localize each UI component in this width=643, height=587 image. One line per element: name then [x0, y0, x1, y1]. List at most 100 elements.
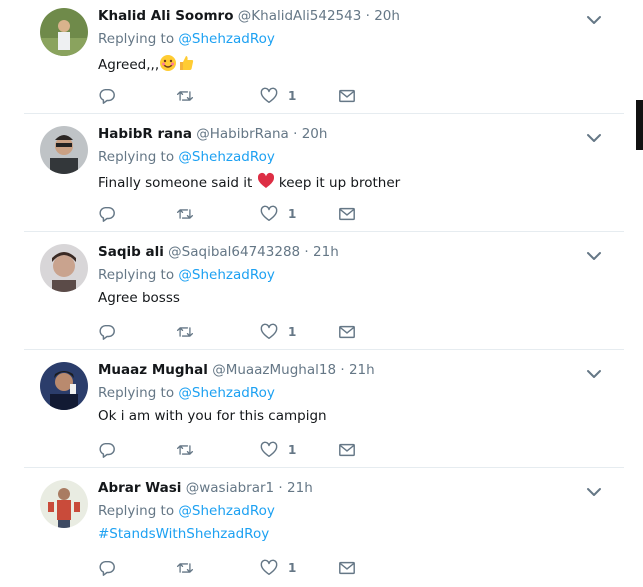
- tweet-actions: 1: [98, 322, 398, 342]
- reply-icon: [99, 560, 115, 576]
- tweet-item[interactable]: Muaaz Mughal @MuaazMughal18 · 21h Replyi…: [24, 350, 624, 468]
- thumbs-up-icon: [180, 56, 194, 70]
- chevron-down-icon[interactable]: [584, 482, 604, 502]
- replying-user-link[interactable]: @ShehzadRoy: [178, 149, 274, 165]
- tweet-header: Khalid Ali Soomro @KhalidAli542543 · 20h: [98, 8, 400, 24]
- tweet-text-content: Finally someone said it: [98, 175, 253, 191]
- message-button[interactable]: [338, 86, 356, 106]
- tweet-item[interactable]: Abrar Wasi @wasiabrar1 · 21h Replying to…: [24, 468, 624, 586]
- tweet-item[interactable]: HabibR rana @HabibrRana · 20h Replying t…: [24, 114, 624, 232]
- retweet-icon: [176, 327, 194, 337]
- message-button[interactable]: [338, 322, 356, 342]
- user-name[interactable]: Khalid Ali Soomro: [98, 8, 233, 24]
- replying-user-link[interactable]: @ShehzadRoy: [178, 385, 274, 401]
- tweet-header: Muaaz Mughal @MuaazMughal18 · 21h: [98, 362, 375, 378]
- user-handle[interactable]: @MuaazMughal18: [212, 362, 336, 378]
- replying-to: Replying to @ShehzadRoy: [98, 149, 275, 165]
- tweet-feed: Khalid Ali Soomro @KhalidAli542543 · 20h…: [24, 0, 624, 587]
- user-name[interactable]: Saqib ali: [98, 244, 164, 260]
- replying-to: Replying to @ShehzadRoy: [98, 267, 275, 283]
- separator-dot: ·: [278, 480, 283, 496]
- tweet-actions: 1: [98, 204, 398, 224]
- replying-user-link[interactable]: @ShehzadRoy: [178, 267, 274, 283]
- heart-icon: [260, 323, 278, 340]
- chevron-down-icon[interactable]: [584, 128, 604, 148]
- chevron-down-icon[interactable]: [584, 364, 604, 384]
- replying-label: Replying to: [98, 31, 175, 47]
- user-handle[interactable]: @HabibrRana: [196, 126, 289, 142]
- reply-button[interactable]: [98, 558, 116, 578]
- avatar[interactable]: [40, 126, 88, 174]
- avatar[interactable]: [40, 244, 88, 292]
- envelope-icon: [339, 207, 355, 221]
- reply-button[interactable]: [98, 322, 116, 342]
- message-button[interactable]: [338, 558, 356, 578]
- user-name[interactable]: Abrar Wasi: [98, 480, 181, 496]
- user-name[interactable]: HabibR rana: [98, 126, 192, 142]
- like-button[interactable]: 1: [260, 440, 296, 460]
- timestamp[interactable]: 21h: [313, 244, 339, 260]
- reply-button[interactable]: [98, 86, 116, 106]
- tweet-item[interactable]: Saqib ali @Saqibal64743288 · 21h Replyin…: [24, 232, 624, 350]
- envelope-icon: [339, 325, 355, 339]
- heart-icon: [260, 205, 278, 222]
- timestamp[interactable]: 21h: [287, 480, 313, 496]
- separator-dot: ·: [293, 126, 298, 142]
- separator-dot: ·: [340, 362, 345, 378]
- timestamp[interactable]: 21h: [349, 362, 375, 378]
- retweet-button[interactable]: [176, 322, 194, 342]
- message-button[interactable]: [338, 440, 356, 460]
- user-handle[interactable]: @KhalidAli542543: [238, 8, 362, 24]
- avatar[interactable]: [40, 8, 88, 56]
- retweet-button[interactable]: [176, 86, 194, 106]
- timestamp[interactable]: 20h: [302, 126, 328, 142]
- retweet-button[interactable]: [176, 204, 194, 224]
- replying-user-link[interactable]: @ShehzadRoy: [178, 31, 274, 47]
- like-button[interactable]: 1: [260, 204, 296, 224]
- avatar[interactable]: [40, 362, 88, 410]
- envelope-icon: [339, 443, 355, 457]
- like-button[interactable]: 1: [260, 86, 296, 106]
- replying-user-link[interactable]: @ShehzadRoy: [178, 503, 274, 519]
- chevron-down-icon[interactable]: [584, 246, 604, 266]
- user-name[interactable]: Muaaz Mughal: [98, 362, 208, 378]
- message-button[interactable]: [338, 204, 356, 224]
- like-count: 1: [288, 207, 297, 221]
- retweet-icon: [176, 445, 194, 455]
- heart-icon: [260, 441, 278, 458]
- like-button[interactable]: 1: [260, 322, 296, 342]
- like-count: 1: [288, 89, 297, 103]
- hashtag-link[interactable]: #StandsWithShehzadRoy: [98, 526, 269, 542]
- avatar[interactable]: [40, 480, 88, 528]
- user-handle[interactable]: @Saqibal64743288: [168, 244, 300, 260]
- tweet-header: Saqib ali @Saqibal64743288 · 21h: [98, 244, 339, 260]
- like-button[interactable]: 1: [260, 558, 296, 578]
- like-count: 1: [288, 561, 297, 575]
- reply-button[interactable]: [98, 440, 116, 460]
- reply-button[interactable]: [98, 204, 116, 224]
- replying-label: Replying to: [98, 385, 175, 401]
- retweet-button[interactable]: [176, 558, 194, 578]
- right-gutter: [624, 0, 643, 587]
- scrollbar-thumb[interactable]: [636, 100, 643, 150]
- tweet-item[interactable]: Khalid Ali Soomro @KhalidAli542543 · 20h…: [24, 0, 624, 114]
- replying-label: Replying to: [98, 503, 175, 519]
- replying-label: Replying to: [98, 267, 175, 283]
- like-count: 1: [288, 443, 297, 457]
- envelope-icon: [339, 89, 355, 103]
- tweet-actions: 1: [98, 86, 398, 106]
- tweet-text-content: Ok i am with you for this campign: [98, 408, 327, 424]
- replying-label: Replying to: [98, 149, 175, 165]
- replying-to: Replying to @ShehzadRoy: [98, 503, 275, 519]
- user-handle[interactable]: @wasiabrar1: [186, 480, 274, 496]
- retweet-button[interactable]: [176, 440, 194, 460]
- timestamp[interactable]: 20h: [374, 8, 400, 24]
- red-heart-icon: [257, 172, 274, 188]
- chevron-down-icon[interactable]: [584, 10, 604, 30]
- reply-icon: [99, 206, 115, 222]
- retweet-icon: [176, 563, 194, 573]
- reply-icon: [99, 442, 115, 458]
- replying-to: Replying to @ShehzadRoy: [98, 385, 275, 401]
- tweet-text: Finally someone said it keep it up broth…: [98, 172, 400, 191]
- tweet-actions: 1: [98, 440, 398, 460]
